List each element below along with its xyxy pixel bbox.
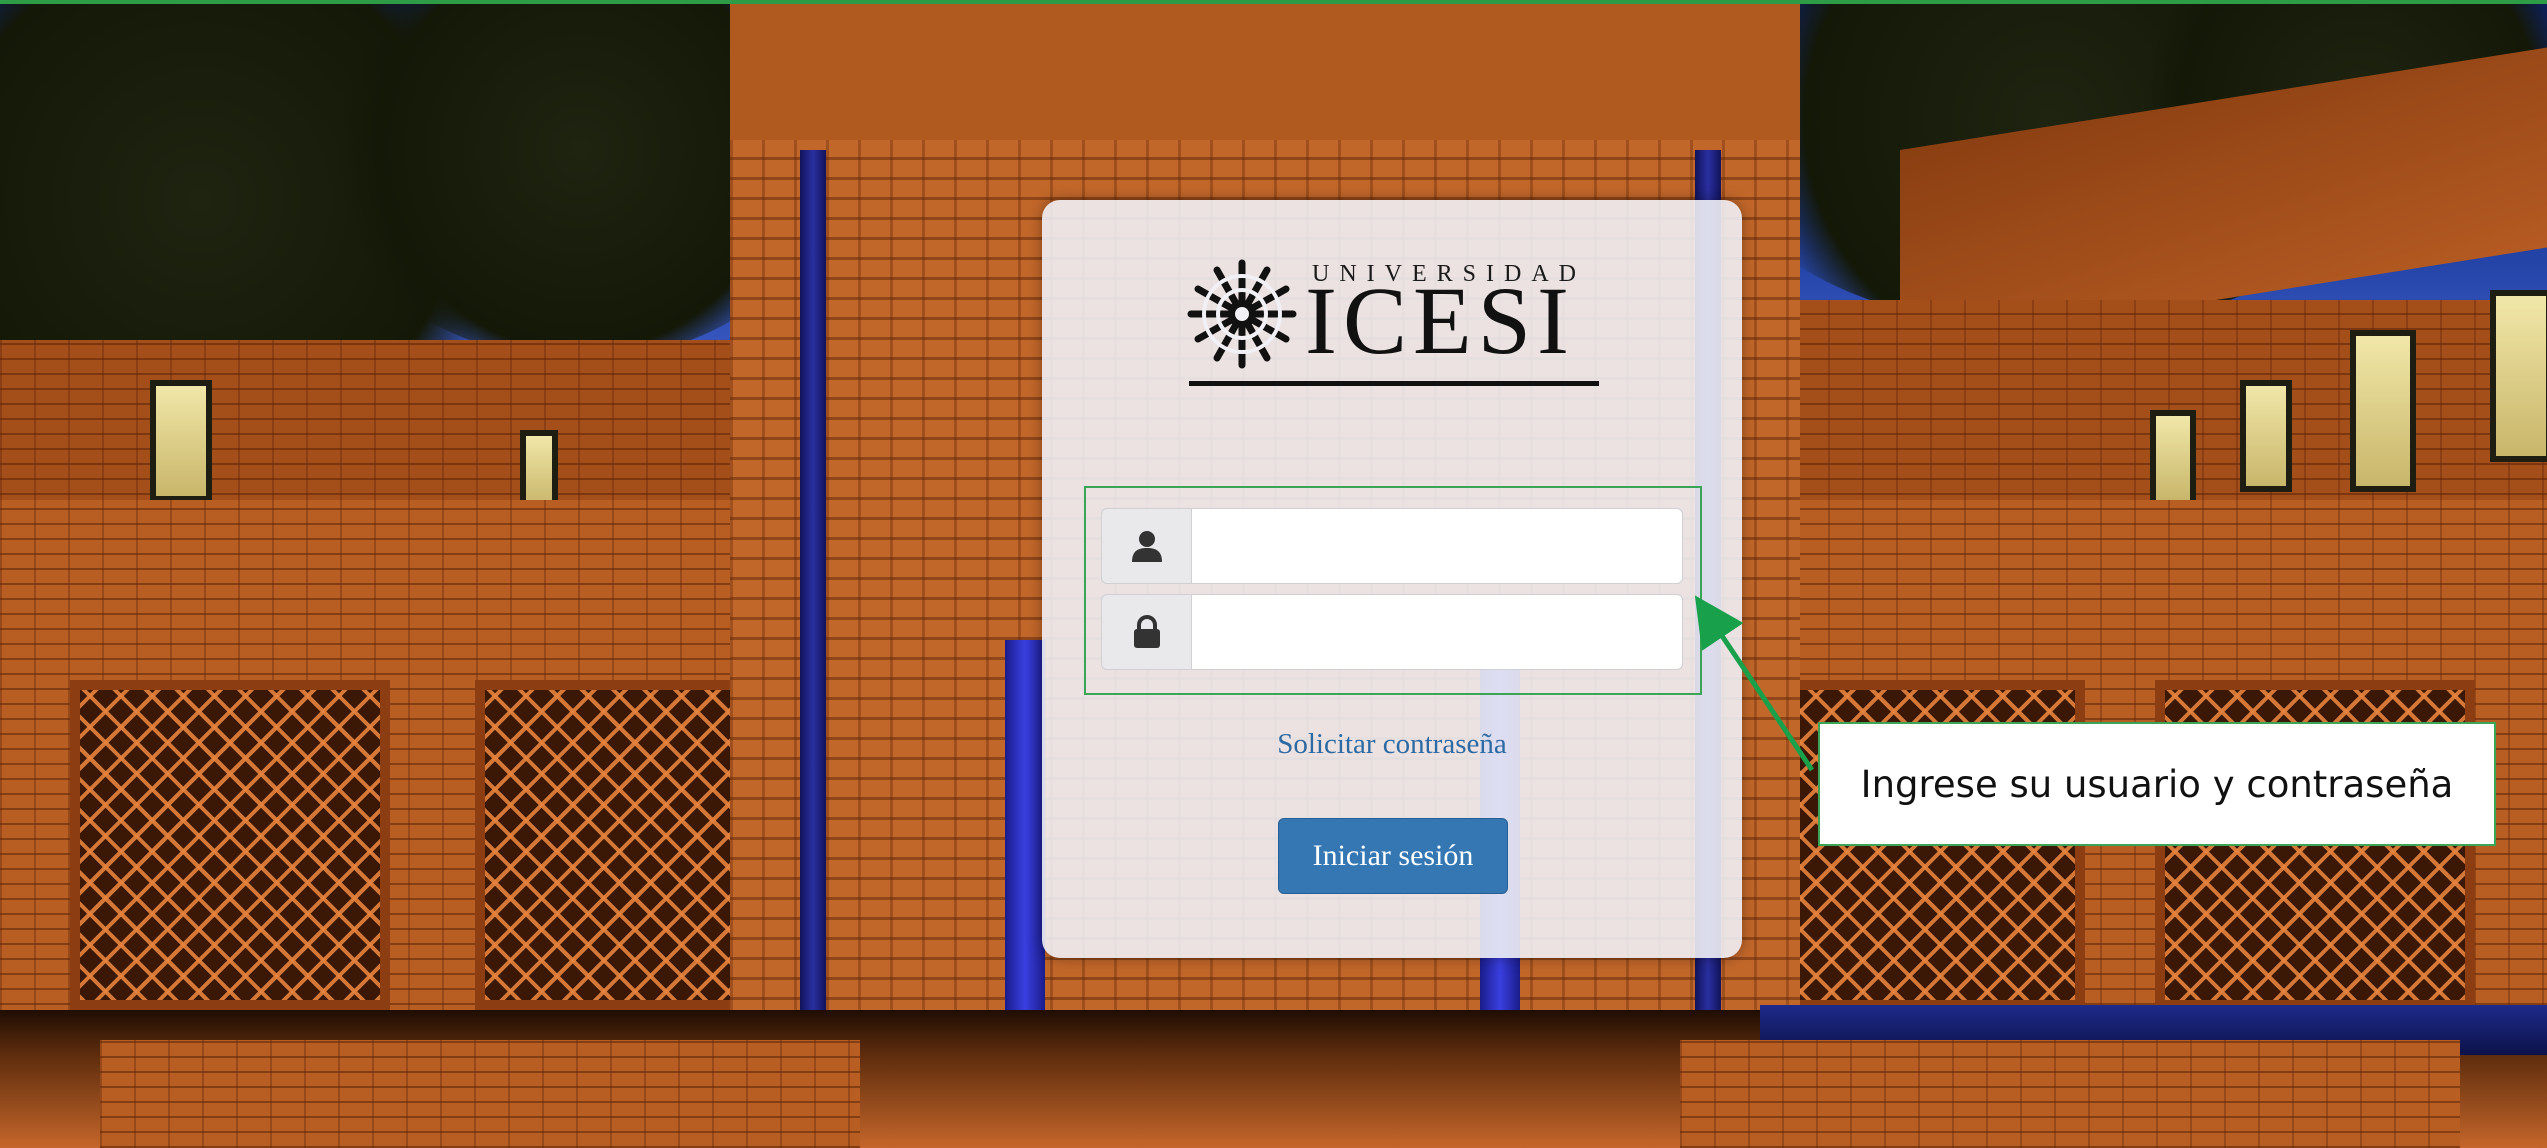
column (800, 150, 826, 1030)
logo-emblem-icon (1187, 259, 1297, 369)
username-field (1101, 508, 1683, 584)
lit-window (2150, 410, 2196, 506)
pillar (1005, 640, 1045, 1060)
lit-window (150, 380, 212, 502)
lock-icon (1101, 594, 1191, 670)
login-card: UNIVERSIDAD ICESI Solicitar contraseña I… (1042, 200, 1742, 958)
password-input[interactable] (1191, 594, 1683, 670)
lattice-panel (70, 680, 390, 1010)
lit-window (2490, 290, 2547, 462)
password-field (1101, 594, 1683, 670)
university-logo: UNIVERSIDAD ICESI (1187, 255, 1607, 405)
planter (100, 1040, 860, 1148)
logo-underline (1189, 381, 1599, 386)
forgot-password-link[interactable]: Solicitar contraseña (1042, 728, 1742, 761)
user-icon (1101, 508, 1191, 584)
upper-wall (0, 340, 780, 510)
annotation-callout: Ingrese su usuario y contraseña (1818, 722, 2496, 846)
planter (1680, 1040, 2460, 1148)
tower-top (730, 0, 1800, 140)
lit-window (2350, 330, 2416, 492)
login-button[interactable]: Iniciar sesión (1278, 818, 1508, 894)
top-border (0, 0, 2547, 4)
logo-text-icesi: ICESI (1305, 267, 1575, 374)
lit-window (2240, 380, 2292, 492)
username-input[interactable] (1191, 508, 1683, 584)
